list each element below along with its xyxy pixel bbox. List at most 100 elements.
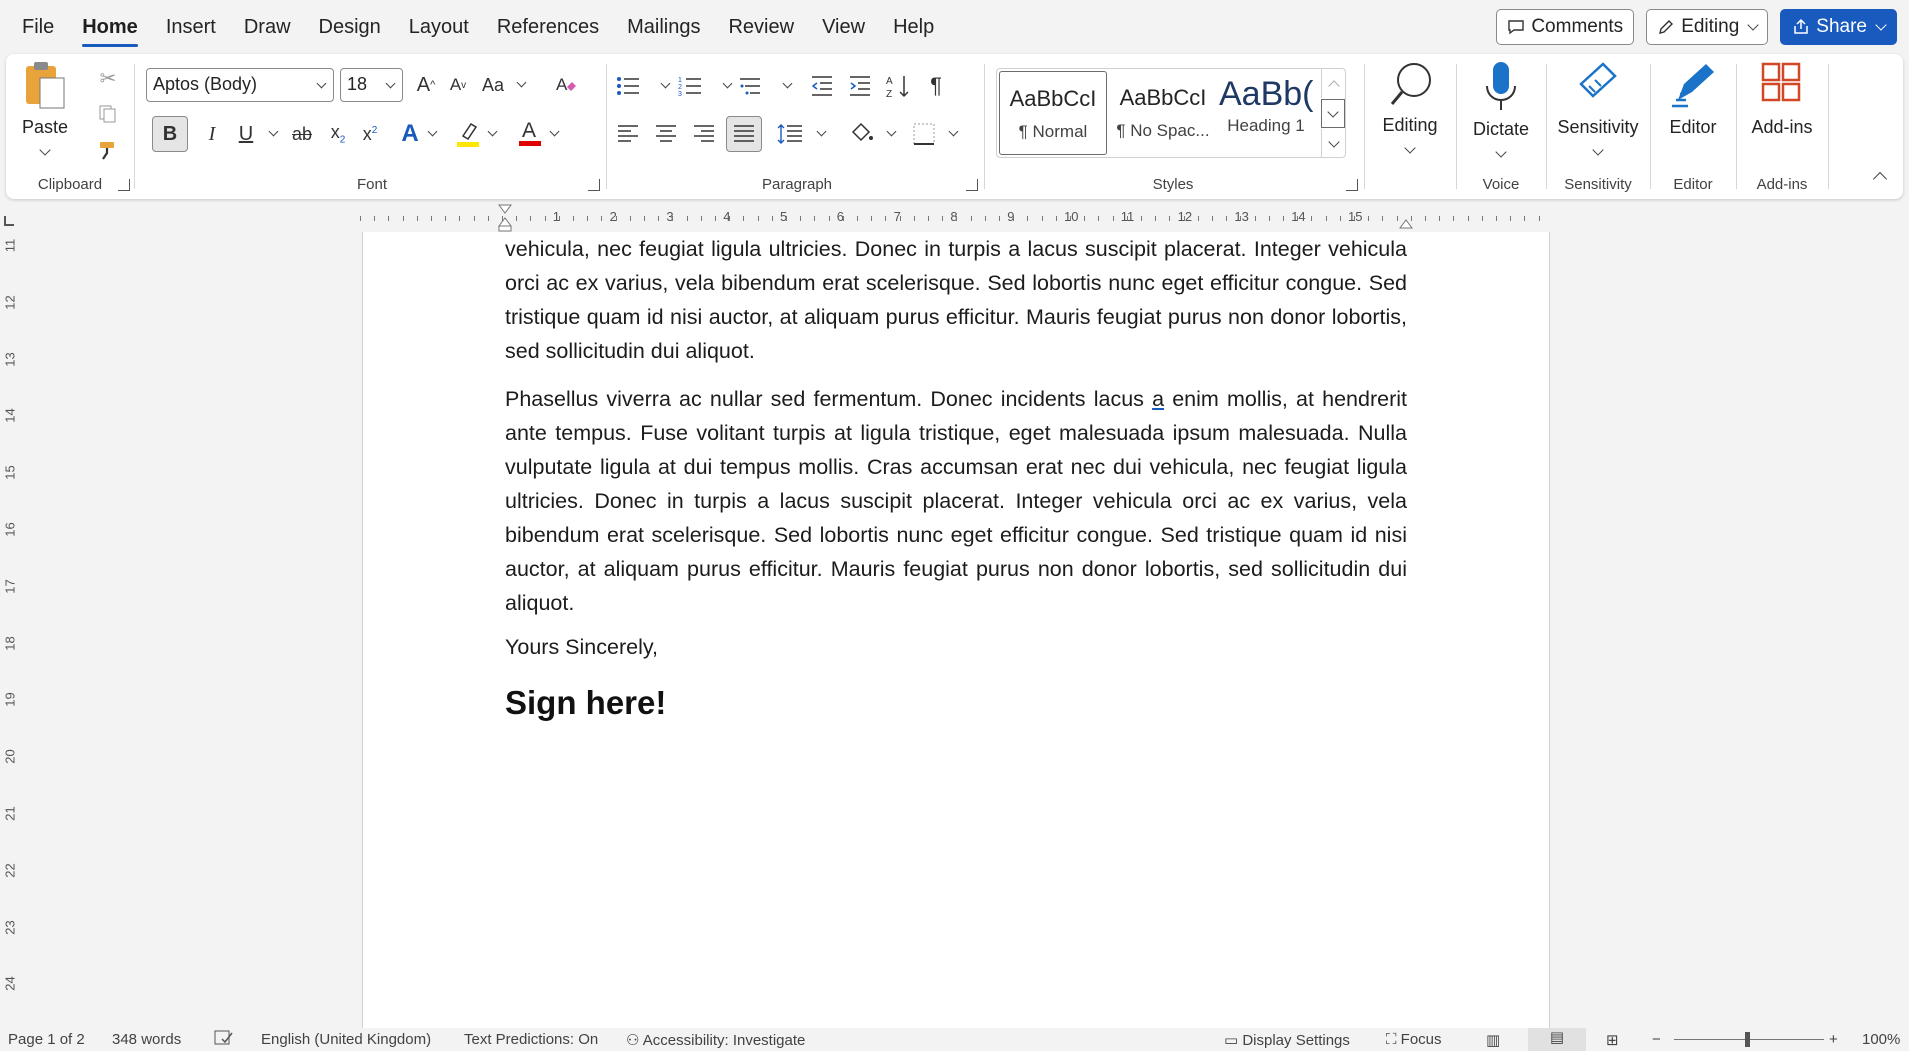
ruler-tick [644,216,645,221]
tab-review[interactable]: Review [714,10,808,45]
zoom-out-icon[interactable]: − [1652,1031,1661,1048]
tab-references[interactable]: References [483,10,613,45]
ruler-number: 23 [2,919,18,935]
styles-scroll-up[interactable] [1321,69,1345,98]
ruler-number: 10 [1064,209,1079,224]
ruler-number: 15 [2,465,18,480]
ruler-tick [516,216,518,221]
text-predictions-status[interactable]: Text Predictions: On [464,1031,598,1048]
tab-insert[interactable]: Insert [152,10,230,45]
display-settings-button[interactable]: ▭ Display Settings [1224,1031,1350,1049]
ruler-tick [842,216,844,221]
dictate-button[interactable]: Dictate [1458,60,1544,161]
sensitivity-group: Sensitivity Sensitivity [1548,54,1648,199]
comment-icon [1508,20,1525,35]
collapse-ribbon-button[interactable] [1872,171,1888,189]
status-bar: Page 1 of 2 348 words English (United Ki… [0,1028,1909,1051]
ruler-tick [658,216,660,221]
page-count[interactable]: Page 1 of 2 [8,1031,85,1048]
ruler-tick [1510,216,1512,221]
tab-selector-icon[interactable] [4,216,14,226]
addins-label: Add-ins [1756,176,1808,193]
zoom-in-icon[interactable]: + [1829,1031,1838,1048]
ruler-tick [1283,216,1284,221]
ruler-tick [899,216,901,221]
ruler-number: 22 [2,863,18,878]
editor-button[interactable]: Editor [1652,60,1734,138]
accessibility-label: Accessibility: Investigate [642,1032,806,1049]
proofing-icon[interactable] [214,1029,234,1051]
accessibility-status[interactable]: ⚇ Accessibility: Investigate [626,1031,805,1049]
print-layout-icon[interactable]: ▤ [1528,1028,1586,1051]
ruler-tick [700,216,702,221]
style-heading-1[interactable]: AaBb( Heading 1 [1219,71,1313,155]
tab-home[interactable]: Home [68,10,152,47]
read-mode-icon[interactable]: ▥ [1486,1031,1500,1049]
ruler-tick [672,216,674,221]
addins-btn-label: Add-ins [1751,117,1813,137]
chevron-down-icon [1747,19,1759,31]
ruler-tick [445,216,447,221]
comments-button[interactable]: Comments [1496,9,1635,45]
ruler-tick [431,216,432,221]
editing-button[interactable]: Editing [1368,60,1452,157]
ruler-tick [828,216,830,221]
ruler-tick [473,216,475,221]
separator [1736,64,1737,189]
ruler-tick [1240,216,1242,221]
styles-launcher-icon[interactable] [1346,179,1358,191]
tab-file[interactable]: File [8,10,68,45]
ruler-tick [1311,216,1313,221]
paragraph-1[interactable]: vehicula, nec feugiat ligula ultricies. … [505,232,1407,368]
web-layout-icon[interactable]: ⊞ [1606,1031,1619,1049]
ruler-number: 24 [2,976,18,992]
flagged-word[interactable]: a [1152,387,1164,411]
word-window: File Home Insert Draw Design Layout References… [0,0,1909,1051]
language-status[interactable]: English (United Kingdom) [261,1031,431,1048]
tab-help[interactable]: Help [879,10,948,45]
document-page[interactable]: vehicula, nec feugiat ligula ultricies. … [362,232,1550,1028]
editing-mode-button[interactable]: Editing [1646,9,1769,45]
ruler-tick [587,216,589,221]
closing-line[interactable]: Yours Sincerely, [505,635,658,660]
ruler-tick [885,216,887,221]
style-name: Heading 1 [1227,116,1305,135]
share-button[interactable]: Share [1780,9,1897,45]
ruler-tick [1339,216,1341,221]
style-no-spacing[interactable]: AaBbCcI ¶ No Spac... [1109,71,1217,155]
tab-design[interactable]: Design [305,10,395,45]
ruler-tick [544,216,546,221]
display-settings-label: Display Settings [1242,1032,1350,1049]
ruler-tick [942,216,944,221]
style-name: ¶ No Spac... [1116,121,1210,140]
styles-scroll-down[interactable] [1321,99,1345,128]
share-icon [1794,18,1809,34]
ruler-tick [1481,216,1483,221]
tab-draw[interactable]: Draw [230,10,305,45]
ruler-tick [871,216,873,221]
tab-mailings[interactable]: Mailings [613,10,714,45]
ruler-number: 21 [2,806,18,821]
signature-heading[interactable]: Sign here! [505,684,666,722]
zoom-level[interactable]: 100% [1862,1031,1900,1048]
addins-button[interactable]: Add-ins [1738,60,1826,138]
ruler-tick [1382,216,1384,221]
zoom-slider-thumb[interactable] [1745,1032,1750,1047]
style-normal[interactable]: AaBbCcI ¶ Normal [999,71,1107,155]
style-preview: AaBbCcI [1009,86,1097,111]
document-canvas[interactable]: vehicula, nec feugiat ligula ultricies. … [22,232,1909,1028]
ruler-tick [1112,216,1114,221]
paragraph-2[interactable]: Phasellus viverra ac nullar sed fermentu… [505,382,1407,620]
styles-more[interactable] [1321,129,1345,158]
tab-view[interactable]: View [808,10,879,45]
first-line-indent-marker[interactable] [497,204,513,232]
ruler-tick [956,216,958,221]
word-count[interactable]: 348 words [112,1031,181,1048]
sensitivity-button[interactable]: Sensitivity [1548,60,1648,159]
display-settings-icon: ▭ [1224,1032,1243,1049]
right-indent-marker[interactable] [1398,216,1414,230]
ruler-tick [686,216,688,221]
focus-button[interactable]: ⛶ Focus [1386,1031,1442,1048]
tab-layout[interactable]: Layout [395,10,483,45]
editor-pen-icon [1672,64,1714,108]
